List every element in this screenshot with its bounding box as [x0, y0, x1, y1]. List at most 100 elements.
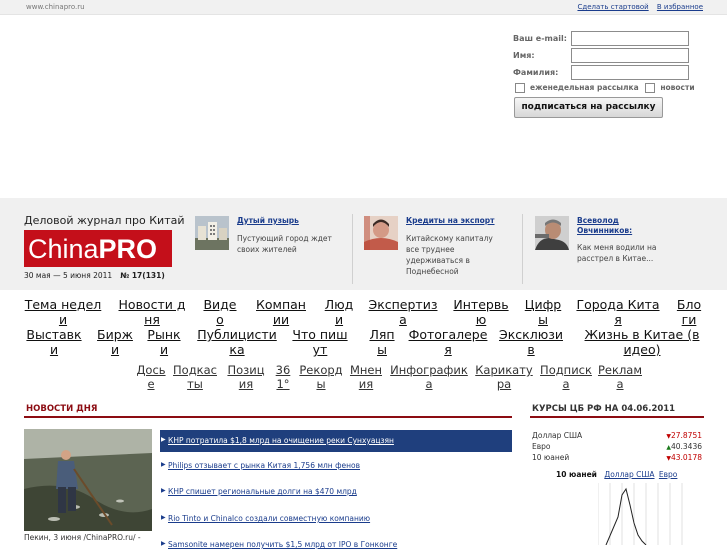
currency-name: Доллар США: [532, 431, 583, 440]
currency-name: Евро: [532, 442, 551, 451]
promo-credits: Кредиты на экспорт Китайскому капиталу в…: [364, 214, 524, 284]
news-link[interactable]: КНР спишет региональные долги на $470 мл…: [168, 487, 357, 496]
nav-item[interactable]: Что пишут: [290, 327, 350, 357]
nav2-item[interactable]: Инфографика: [390, 363, 468, 391]
promo-desc-line: удерживаться в: [406, 256, 470, 265]
subscribe-button[interactable]: подписаться на рассылку: [514, 97, 663, 118]
promo-title[interactable]: Дутый пузырь: [237, 216, 299, 226]
top-links: Сделать стартовой В избранное: [571, 3, 703, 11]
logo-light: China: [28, 234, 99, 264]
add-favorites-link[interactable]: В избранное: [657, 3, 703, 11]
nav-item[interactable]: Экспертиза: [368, 297, 438, 327]
promo-desc-line: Как меня водили на: [577, 243, 657, 252]
news-link[interactable]: Rio Tinto и Chinalco создали совместную …: [168, 514, 370, 523]
promo-desc-line: Поднебесной: [406, 267, 459, 276]
currency-value: ▼27.8751: [666, 431, 702, 440]
nav-item[interactable]: Выставки: [24, 327, 84, 357]
logo-bold: PRO: [98, 234, 158, 264]
make-homepage-link[interactable]: Сделать стартовой: [577, 3, 648, 11]
surname-field[interactable]: [571, 65, 689, 80]
nav2-item[interactable]: 361°: [272, 363, 294, 391]
city-photo-icon[interactable]: [195, 216, 229, 250]
currency-value: ▲40.3436: [666, 442, 702, 451]
chinapro-logo[interactable]: ChinaPRO: [24, 230, 172, 267]
currency-name: 10 юаней: [532, 453, 570, 462]
bullet-icon: ▶: [161, 461, 166, 468]
news-link[interactable]: Philips отзывает с рынка Китая 1,756 млн…: [168, 461, 360, 470]
nav-item[interactable]: Новости дня: [116, 297, 188, 327]
promo-ovchinnikov: Всеволод Овчинников: Как меня водили на …: [535, 214, 695, 284]
currency-value: ▼43.0178: [666, 453, 702, 462]
name-label: Имя:: [513, 51, 535, 60]
promo-desc-line: Пустующий город ждет: [237, 234, 332, 243]
nav2-item[interactable]: Карикатура: [472, 363, 536, 391]
email-field[interactable]: [571, 31, 689, 46]
news-item[interactable]: ▶ Samsonite намерен получить $1,5 млрд от…: [160, 534, 512, 556]
bullet-icon: ▶: [161, 487, 166, 494]
weekly-label: еженедельная рассылка: [530, 83, 639, 92]
weekly-checkbox[interactable]: [515, 83, 525, 93]
promo-title[interactable]: Всеволод Овчинников:: [577, 216, 657, 236]
nav2-item[interactable]: Мнения: [348, 363, 384, 391]
rate-chart: [597, 483, 684, 546]
name-field[interactable]: [571, 48, 689, 63]
nav-item[interactable]: Жизнь в Китае (видео): [584, 327, 700, 357]
news-item[interactable]: ▶ КНР спишет региональные долги на $470 м…: [160, 481, 512, 503]
banknote-portrait-icon[interactable]: [364, 216, 398, 250]
chart-tab-eur[interactable]: Евро: [659, 470, 678, 479]
nav-item[interactable]: Видео: [202, 297, 238, 327]
news-section-heading: НОВОСТИ ДНЯ: [24, 400, 512, 418]
nav-item[interactable]: Публицистика: [194, 327, 280, 357]
nav2-item[interactable]: Подкасты: [170, 363, 220, 391]
rate-row: Евро ▲40.3436: [532, 442, 704, 453]
nav2-item[interactable]: Рекорды: [298, 363, 344, 391]
bullet-icon: ▶: [161, 514, 166, 521]
bullet-icon: ▶: [161, 540, 166, 547]
nav2-item[interactable]: Подписка: [540, 363, 592, 391]
nav-item[interactable]: Города Китая: [576, 297, 660, 327]
nav-item[interactable]: Эксклюзив: [498, 327, 564, 357]
bullet-icon: ▶: [161, 436, 166, 443]
nav2-item[interactable]: Позиция: [224, 363, 268, 391]
nav-item[interactable]: Ляпы: [368, 327, 396, 357]
portrait-photo-icon[interactable]: [535, 216, 569, 250]
news-checkbox[interactable]: [645, 83, 656, 93]
name-row: Имя:: [512, 48, 702, 64]
promo-title[interactable]: Кредиты на экспорт: [406, 216, 495, 226]
top-bar: www.chinapro.ru Сделать стартовой В избр…: [0, 0, 727, 15]
chart-tab-usd[interactable]: Доллар США: [604, 470, 654, 479]
nav-item[interactable]: Компании: [252, 297, 310, 327]
issue-info: 30 мая — 5 июня 2011 № 17(131): [24, 271, 165, 280]
nav-item[interactable]: Блоги: [674, 297, 704, 327]
news-photo[interactable]: [24, 429, 152, 531]
nav-item[interactable]: Тема недели: [24, 297, 102, 327]
rate-chart-tabs: 10 юаней Доллар США Евро: [556, 470, 677, 479]
email-label: Ваш e-mail:: [513, 34, 567, 43]
rate-row: Доллар США ▼27.8751: [532, 431, 704, 442]
issue-number: № 17(131): [120, 271, 165, 280]
news-caption: Пекин, 3 июня /ChinaPRO.ru/ -: [24, 533, 141, 542]
promo-desc-line: своих жителей: [237, 245, 297, 254]
nav-item[interactable]: Люди: [324, 297, 354, 327]
news-link[interactable]: КНР потратила $1,8 млрд на очищение реки…: [168, 436, 394, 445]
rate-row: 10 юаней ▼43.0178: [532, 453, 704, 464]
nav2-item[interactable]: Досье: [136, 363, 166, 391]
nav2-item[interactable]: Реклама: [596, 363, 644, 391]
nav-item[interactable]: Цифры: [524, 297, 562, 327]
news-item[interactable]: ▶ КНР потратила $1,8 млрд на очищение рек…: [160, 430, 512, 452]
issue-dates: 30 мая — 5 июня 2011: [24, 271, 113, 280]
nav-item[interactable]: Фотогалерея: [406, 327, 490, 357]
news-item[interactable]: ▶ Rio Tinto и Chinalco создали совместную…: [160, 508, 512, 530]
news-item[interactable]: ▶ Philips отзывает с рынка Китая 1,756 мл…: [160, 455, 512, 477]
promo-bubble: Дутый пузырь Пустующий город ждет своих …: [195, 214, 355, 284]
news-title: НОВОСТИ ДНЯ: [26, 404, 98, 414]
subscription-options: еженедельная рассылка новости: [515, 83, 695, 93]
nav-item[interactable]: Интервью: [452, 297, 510, 327]
nav-item[interactable]: Биржи: [96, 327, 134, 357]
surname-row: Фамилия:: [512, 65, 702, 81]
nav-item[interactable]: Рынки: [146, 327, 182, 357]
news-label: новости: [660, 83, 695, 92]
chart-tab-active[interactable]: 10 юаней: [556, 470, 597, 479]
site-url: www.chinapro.ru: [26, 3, 85, 11]
rates-title: КУРСЫ ЦБ РФ НА 04.06.2011: [532, 404, 676, 414]
